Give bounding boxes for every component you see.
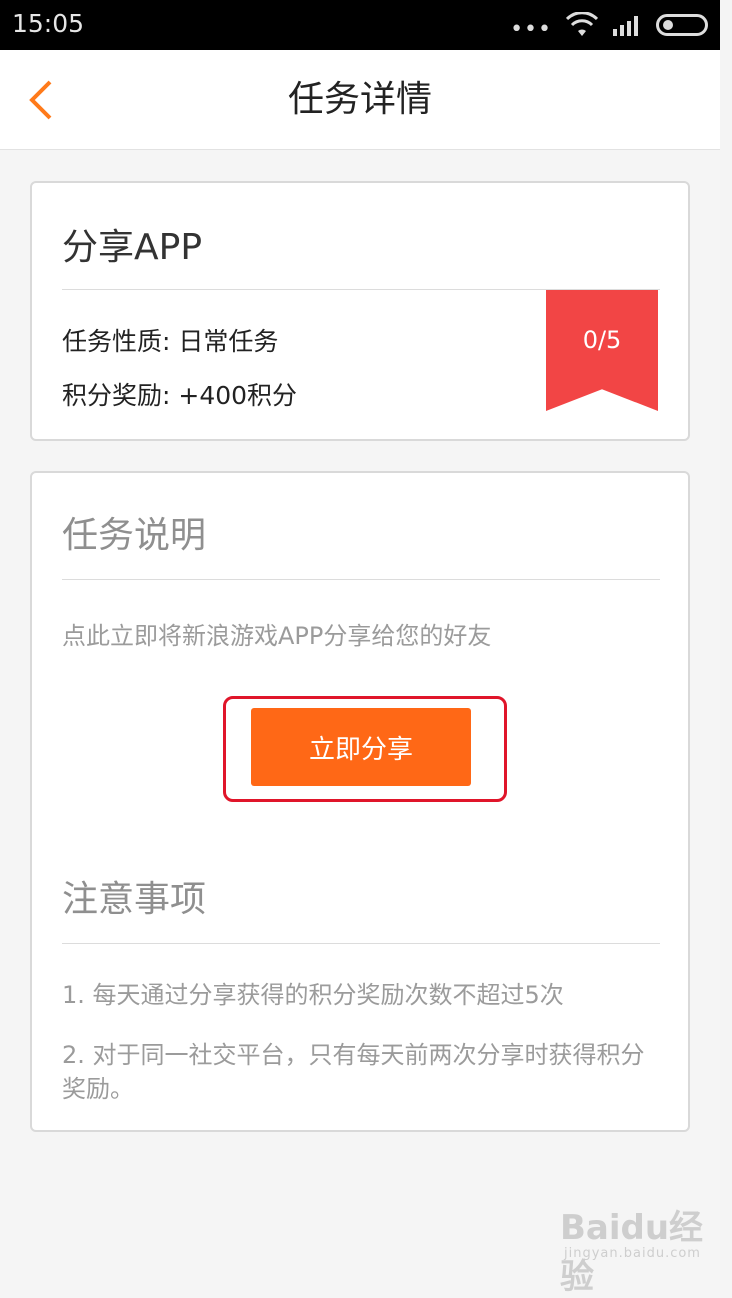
divider xyxy=(62,579,660,580)
status-time: 15:05 xyxy=(12,9,85,38)
progress-count: 0/5 xyxy=(582,326,622,354)
app-header: 任务详情 xyxy=(0,50,720,150)
note-item: 1. 每天通过分享获得的积分奖励次数不超过5次 xyxy=(62,981,564,1009)
task-reward: 积分奖励: +400积分 xyxy=(62,381,298,410)
task-name: 分享APP xyxy=(62,227,203,268)
battery-icon xyxy=(656,14,708,36)
status-bar: 15:05 ••• xyxy=(0,0,720,50)
signal-icon xyxy=(613,16,638,36)
task-nature: 任务性质: 日常任务 xyxy=(62,327,279,356)
description-title: 任务说明 xyxy=(62,515,207,556)
note-item: 2. 对于同一社交平台，只有每天前两次分享时获得积分奖励。 xyxy=(62,1041,645,1103)
baidu-jingyan-watermark: Baidu经验 jingyan.baidu.com xyxy=(560,1200,720,1297)
chevron-left-icon[interactable] xyxy=(24,80,64,120)
more-dots-icon: ••• xyxy=(510,16,552,42)
status-icons: ••• xyxy=(510,0,708,50)
task-card: 分享APP 任务性质: 日常任务 积分奖励: +400积分 0/5 xyxy=(30,181,690,441)
share-now-button[interactable]: 立即分享 xyxy=(251,708,471,786)
edge-strip xyxy=(720,0,732,1280)
description-text: 点此立即将新浪游戏APP分享给您的好友 xyxy=(62,622,492,650)
watermark-url: jingyan.baidu.com xyxy=(564,1246,701,1261)
progress-ribbon: 0/5 xyxy=(546,290,658,411)
task-description-card: 任务说明 点此立即将新浪游戏APP分享给您的好友 立即分享 注意事项 1. 每天… xyxy=(30,471,690,1132)
page-title: 任务详情 xyxy=(287,79,432,120)
notes-title: 注意事项 xyxy=(62,879,207,920)
wifi-icon xyxy=(566,12,598,36)
divider xyxy=(62,943,660,944)
divider xyxy=(62,289,660,290)
